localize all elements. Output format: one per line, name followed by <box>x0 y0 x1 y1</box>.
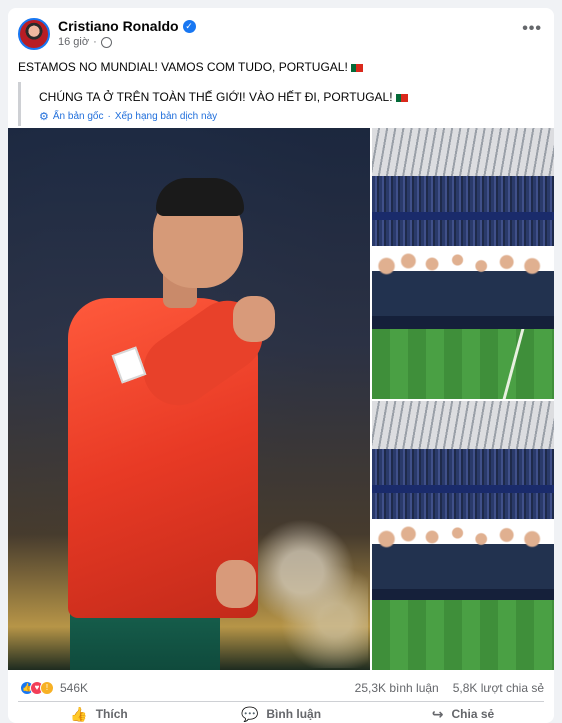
team-photo-1[interactable] <box>372 128 554 399</box>
verified-badge-icon: ✓ <box>182 19 196 33</box>
translation-block: CHÚNG TA Ở TRÊN TOÀN THẾ GIỚI! VÀO HẾT Đ… <box>18 82 544 126</box>
hide-original-link[interactable]: Ẩn bản gốc <box>53 111 104 122</box>
post-meta: 16 giờ · <box>58 36 112 48</box>
stadium-roof <box>372 128 554 176</box>
speech-bubble-icon: 💬 <box>240 705 259 722</box>
pitch <box>372 329 554 399</box>
gear-icon: ⚙ <box>39 111 49 123</box>
main-photo[interactable] <box>8 128 370 670</box>
avatar[interactable] <box>18 18 50 50</box>
stadium-roof <box>372 401 554 449</box>
stadium-banner <box>372 212 554 220</box>
portugal-flag-icon <box>395 93 408 102</box>
share-count[interactable]: 5,8K lượt chia sẻ <box>453 681 544 695</box>
post-time[interactable]: 16 giờ <box>58 36 89 48</box>
globe-icon <box>100 36 112 48</box>
team-group <box>372 236 554 336</box>
link-separator: · <box>107 111 111 122</box>
author-name[interactable]: Cristiano Ronaldo <box>58 18 179 34</box>
wow-reaction-icon: ! <box>40 681 54 695</box>
team-group <box>372 509 554 609</box>
pitch <box>372 600 554 670</box>
player-fist <box>233 296 275 342</box>
reaction-count[interactable]: 546K <box>60 681 88 695</box>
stadium-banner <box>372 485 554 493</box>
thumbs-up-icon: 👍 <box>70 705 88 722</box>
team-photo-2[interactable] <box>372 401 554 670</box>
translation-text-content: CHÚNG TA Ở TRÊN TOÀN THẾ GIỚI! VÀO HẾT Đ… <box>39 90 393 104</box>
portugal-flag-icon <box>350 63 363 72</box>
meta-separator: · <box>93 36 97 48</box>
translation-text: CHÚNG TA Ở TRÊN TOÀN THẾ GIỚI! VÀO HẾT Đ… <box>39 90 408 104</box>
action-bar: 👍 Thích 💬 Bình luận ↪ Chia sẻ <box>8 702 554 723</box>
post-card: Cristiano Ronaldo ✓ 16 giờ · ••• ESTAMOS… <box>8 8 554 723</box>
share-arrow-icon: ↪ <box>431 705 444 722</box>
player-hand <box>216 560 256 608</box>
like-label: Thích <box>95 707 128 721</box>
engagement-counts: 25,3K bình luận 5,8K lượt chia sẻ <box>355 681 544 695</box>
like-button[interactable]: 👍 Thích <box>8 702 190 723</box>
more-options-button[interactable]: ••• <box>522 20 542 38</box>
translation-links: ⚙ Ẩn bản gốc · Xếp hạng bản dịch này <box>39 110 217 123</box>
comment-button[interactable]: 💬 Bình luận <box>190 702 372 723</box>
player-hair <box>156 178 244 216</box>
author-row: Cristiano Ronaldo ✓ <box>58 18 196 34</box>
rate-translation-link[interactable]: Xếp hạng bản dịch này <box>115 111 217 122</box>
comment-label: Bình luận <box>266 707 322 721</box>
share-button[interactable]: ↪ Chia sẻ <box>372 702 554 723</box>
reactions-summary[interactable]: 👍 ♥ ! 546K <box>20 681 88 695</box>
post-header: Cristiano Ronaldo ✓ 16 giờ · ••• <box>8 8 554 58</box>
post-text-content: ESTAMOS NO MUNDIAL! VAMOS COM TUDO, PORT… <box>18 60 348 74</box>
photo-lights <box>258 508 368 668</box>
share-label: Chia sẻ <box>451 707 495 721</box>
post-text: ESTAMOS NO MUNDIAL! VAMOS COM TUDO, PORT… <box>18 60 363 74</box>
comment-count[interactable]: 25,3K bình luận <box>355 681 439 695</box>
